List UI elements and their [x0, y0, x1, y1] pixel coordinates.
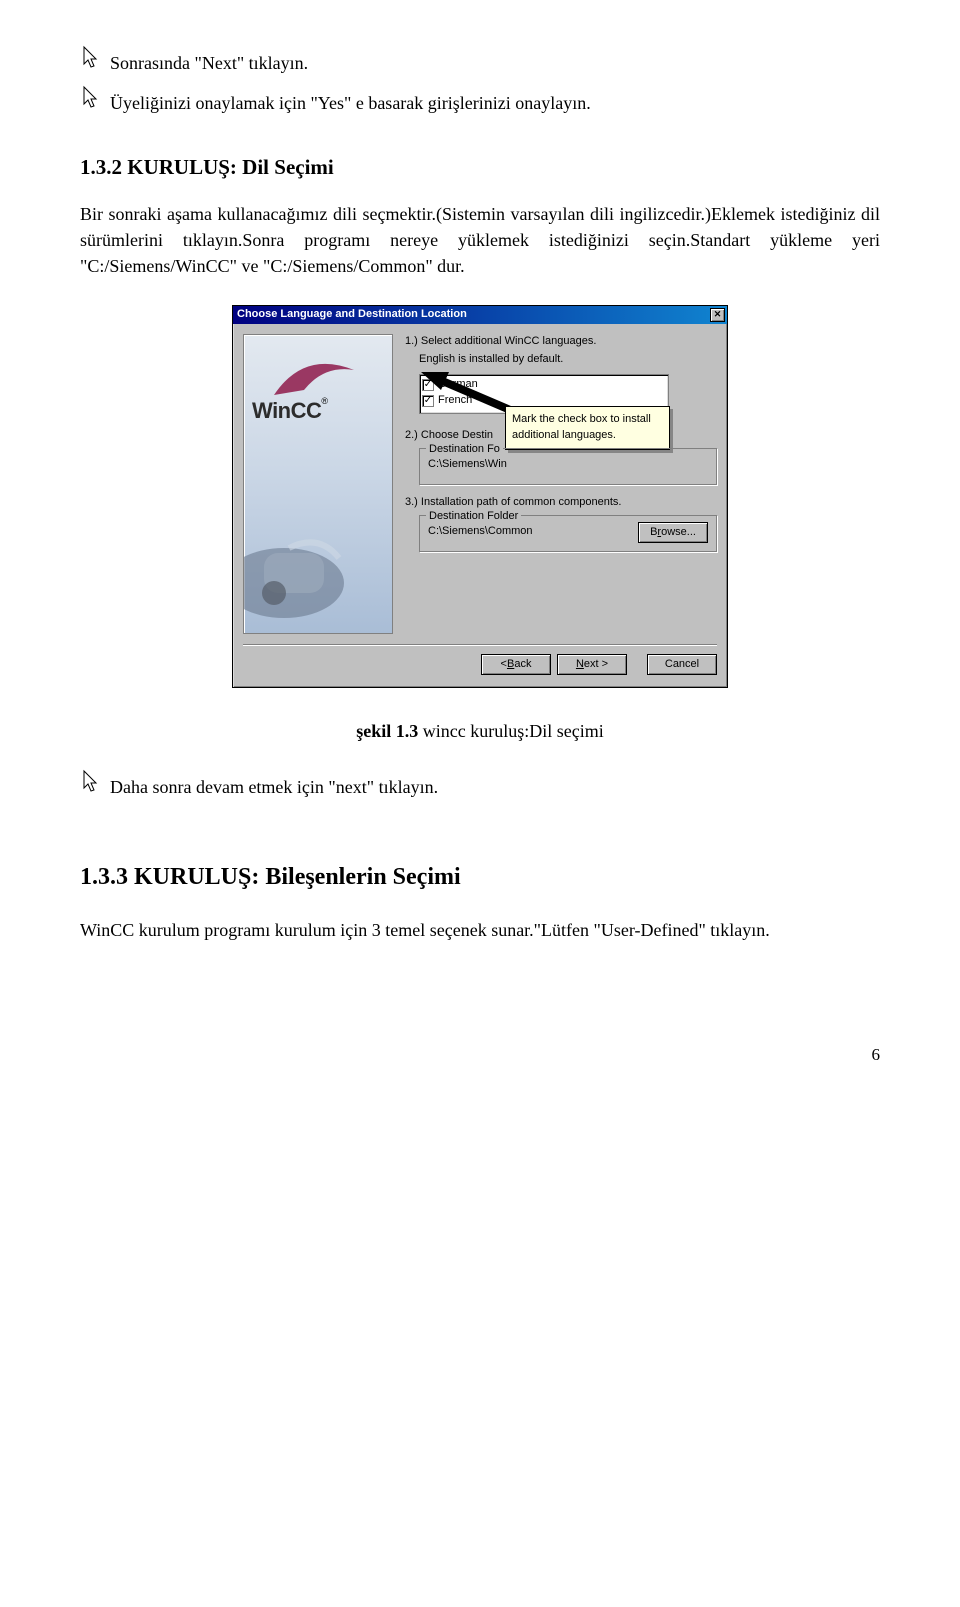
path-2: C:\Siemens\Common: [428, 524, 533, 540]
tooltip: Mark the check box to install additional…: [505, 406, 670, 450]
next-button[interactable]: Next >: [557, 654, 627, 675]
dialog-sidebar-image: WinCC®: [243, 334, 393, 634]
install-dialog: Choose Language and Destination Location…: [232, 305, 728, 688]
page-number: 6: [80, 1043, 880, 1068]
checkbox-french[interactable]: ✓: [422, 395, 434, 407]
legend-2: Destination Folder: [426, 509, 521, 525]
close-icon: ✕: [714, 310, 722, 319]
dialog-separator: [243, 644, 717, 646]
lang-german: German: [438, 377, 478, 393]
heading-133: 1.3.3 KURULUŞ: Bileşenlerin Seçimi: [80, 860, 880, 895]
wincc-logo-text: WinCC: [252, 398, 321, 423]
bullet-text-1: Sonrasında "Next" tıklayın.: [110, 50, 308, 76]
close-button[interactable]: ✕: [710, 308, 725, 322]
cancel-button[interactable]: Cancel: [647, 654, 717, 675]
dialog-title: Choose Language and Destination Location: [237, 307, 467, 323]
destination-folder-2: Destination Folder C:\Siemens\Common Bro…: [419, 515, 717, 552]
paragraph-1: Bir sonraki aşama kullanacağımız dili se…: [80, 201, 880, 279]
checkbox-german[interactable]: ✓: [422, 379, 434, 391]
path-1: C:\Siemens\Win: [428, 457, 507, 473]
bullet-text-2: Üyeliğinizi onaylamak için "Yes" e basar…: [110, 90, 591, 116]
legend-1: Destination Fo: [426, 442, 503, 458]
back-button[interactable]: < Back: [481, 654, 551, 675]
step1-label: 1.) Select additional WinCC languages.: [405, 334, 717, 350]
figure-caption: şekil 1.3 wincc kuruluş:Dil seçimi: [80, 718, 880, 744]
paragraph-2: WinCC kurulum programı kurulum için 3 te…: [80, 917, 880, 943]
registered-icon: ®: [321, 396, 328, 406]
lang-french: French: [438, 393, 472, 409]
browse-button-2[interactable]: Browse...: [638, 522, 708, 543]
pointer-icon: [80, 44, 102, 72]
step1-sublabel: English is installed by default.: [419, 352, 717, 368]
heading-132: 1.3.2 KURULUŞ: Dil Seçimi: [80, 152, 880, 182]
pointer-icon: [80, 84, 102, 112]
pointer-icon: [80, 768, 102, 796]
destination-folder-1: Destination Fo C:\Siemens\Win Browse...: [419, 448, 717, 485]
bullet-text-3: Daha sonra devam etmek için "next" tıkla…: [110, 774, 438, 800]
dialog-titlebar: Choose Language and Destination Location…: [233, 306, 727, 324]
